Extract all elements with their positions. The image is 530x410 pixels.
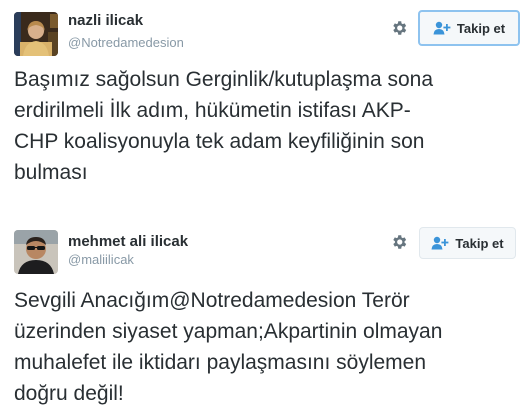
user-display-name[interactable]: mehmet ali ilicak — [68, 233, 188, 250]
follow-button-label: Takip et — [455, 235, 504, 251]
follow-user-icon — [431, 236, 449, 250]
user-handle[interactable]: @maliilicak — [68, 252, 134, 267]
avatar-image — [14, 230, 58, 274]
follow-user-icon — [433, 21, 451, 35]
avatar[interactable] — [14, 230, 58, 274]
gear-icon[interactable] — [390, 233, 408, 251]
tweet-2: mehmet ali ilicak @maliilicak Takip et S… — [0, 218, 530, 410]
avatar[interactable] — [14, 12, 58, 56]
tweet-text: Başımız sağolsun Gerginlik/kutuplaşma so… — [14, 68, 434, 184]
tweet-text: Sevgili Anacığım@Notredamedesion Terör ü… — [14, 289, 443, 405]
tweet-1: nazli ilicak @Notredamedesion Takip et B… — [0, 0, 530, 205]
avatar-image — [14, 12, 58, 56]
follow-button-label: Takip et — [456, 20, 506, 36]
follow-button[interactable]: Takip et — [418, 10, 520, 46]
user-display-name[interactable]: nazli ilicak — [68, 12, 143, 29]
follow-button[interactable]: Takip et — [419, 227, 516, 259]
gear-icon[interactable] — [390, 19, 408, 37]
user-handle[interactable]: @Notredamedesion — [68, 35, 184, 50]
